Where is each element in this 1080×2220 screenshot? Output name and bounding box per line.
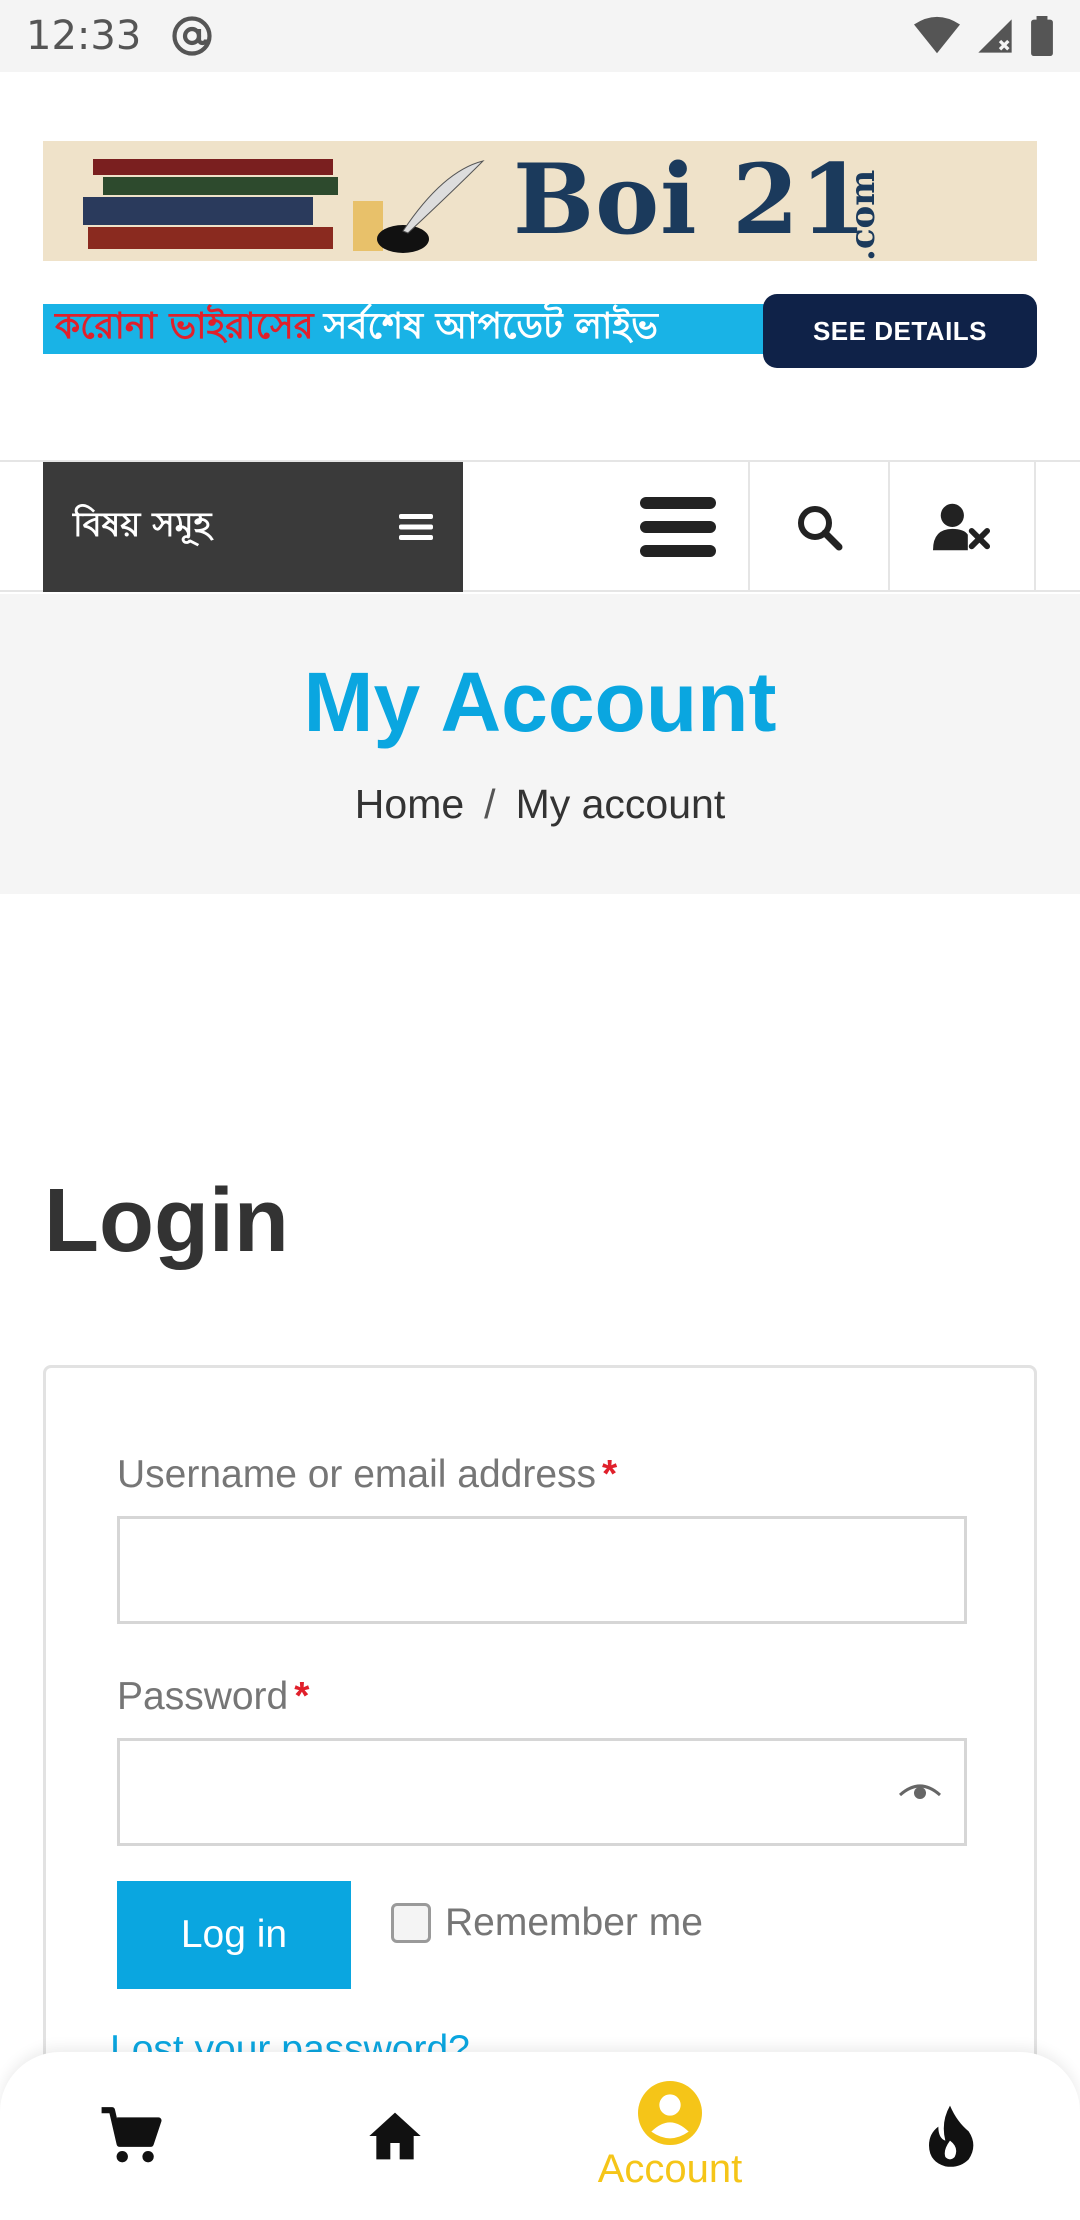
see-details-button[interactable]: SEE DETAILS <box>763 294 1037 368</box>
covid-text-white: সর্বশেষ আপডেট লাইভ <box>323 306 658 347</box>
books-illustration <box>83 159 485 253</box>
required-mark: * <box>294 1675 310 1718</box>
bottom-nav-trending[interactable] <box>900 2052 1000 2220</box>
username-label-text: Username or email address <box>117 1453 597 1496</box>
bottom-nav-cart[interactable] <box>80 2052 180 2220</box>
at-sign-icon <box>172 16 212 56</box>
show-password-icon[interactable] <box>898 1781 942 1805</box>
wifi-icon <box>914 16 960 54</box>
battery-icon <box>1031 16 1053 56</box>
password-label-text: Password <box>117 1675 289 1718</box>
status-time: 12:33 <box>26 13 142 59</box>
login-button[interactable]: Log in <box>117 1881 351 1989</box>
categories-label: বিষয় সমূহ <box>73 504 212 545</box>
covid-banner[interactable]: করোনা ভাইরাসের সর্বশেষ আপডেট লাইভ SEE DE… <box>43 294 1037 368</box>
categories-button[interactable]: বিষয় সমূহ <box>43 462 463 592</box>
signal-icon <box>978 19 1012 53</box>
password-label: Password * <box>117 1675 309 1719</box>
username-input[interactable] <box>117 1516 967 1624</box>
search-icon <box>798 506 843 551</box>
status-bar: 12:33 <box>0 0 1080 72</box>
login-heading: Login <box>44 1171 289 1271</box>
remember-me[interactable]: Remember me <box>391 1901 703 1945</box>
breadcrumb-home[interactable]: Home <box>355 781 464 827</box>
breadcrumb-current: My account <box>515 781 726 827</box>
required-mark: * <box>602 1453 618 1496</box>
password-input[interactable] <box>117 1738 967 1846</box>
hamburger-icon <box>640 497 716 557</box>
page-title: My Account <box>303 655 777 749</box>
breadcrumb: Home / My account <box>0 781 1080 828</box>
logo-banner[interactable]: Boi 21 .com <box>43 141 1037 261</box>
user-times-icon <box>933 503 991 551</box>
page-header: My Account Home / My account <box>0 594 1080 894</box>
bottom-nav: Account <box>0 2052 1080 2220</box>
site-logo-suffix: .com <box>843 169 883 261</box>
menu-button[interactable] <box>608 462 748 592</box>
navbar: বিষয় সমূহ <box>0 460 1080 592</box>
search-button[interactable] <box>748 462 888 592</box>
bars-icon <box>399 514 433 540</box>
bottom-nav-account-label: Account <box>597 2146 743 2191</box>
fire-icon <box>929 2105 974 2167</box>
username-label: Username or email address * <box>117 1453 617 1497</box>
breadcrumb-separator: / <box>484 781 496 827</box>
bottom-nav-account[interactable]: Account <box>580 2052 760 2220</box>
covid-text-red: করোনা ভাইরাসের <box>55 306 314 347</box>
home-icon <box>369 2112 421 2160</box>
remember-me-label: Remember me <box>445 1901 703 1944</box>
cart-icon <box>101 2107 162 2163</box>
remember-me-checkbox[interactable] <box>391 1903 431 1943</box>
account-button[interactable] <box>888 462 1036 592</box>
covid-strip: করোনা ভাইরাসের সর্বশেষ আপডেট লাইভ <box>43 304 773 354</box>
site-logo-text: Boi 21 <box>513 143 868 256</box>
account-circle-icon <box>638 2080 702 2145</box>
bottom-nav-home[interactable] <box>345 2052 445 2220</box>
